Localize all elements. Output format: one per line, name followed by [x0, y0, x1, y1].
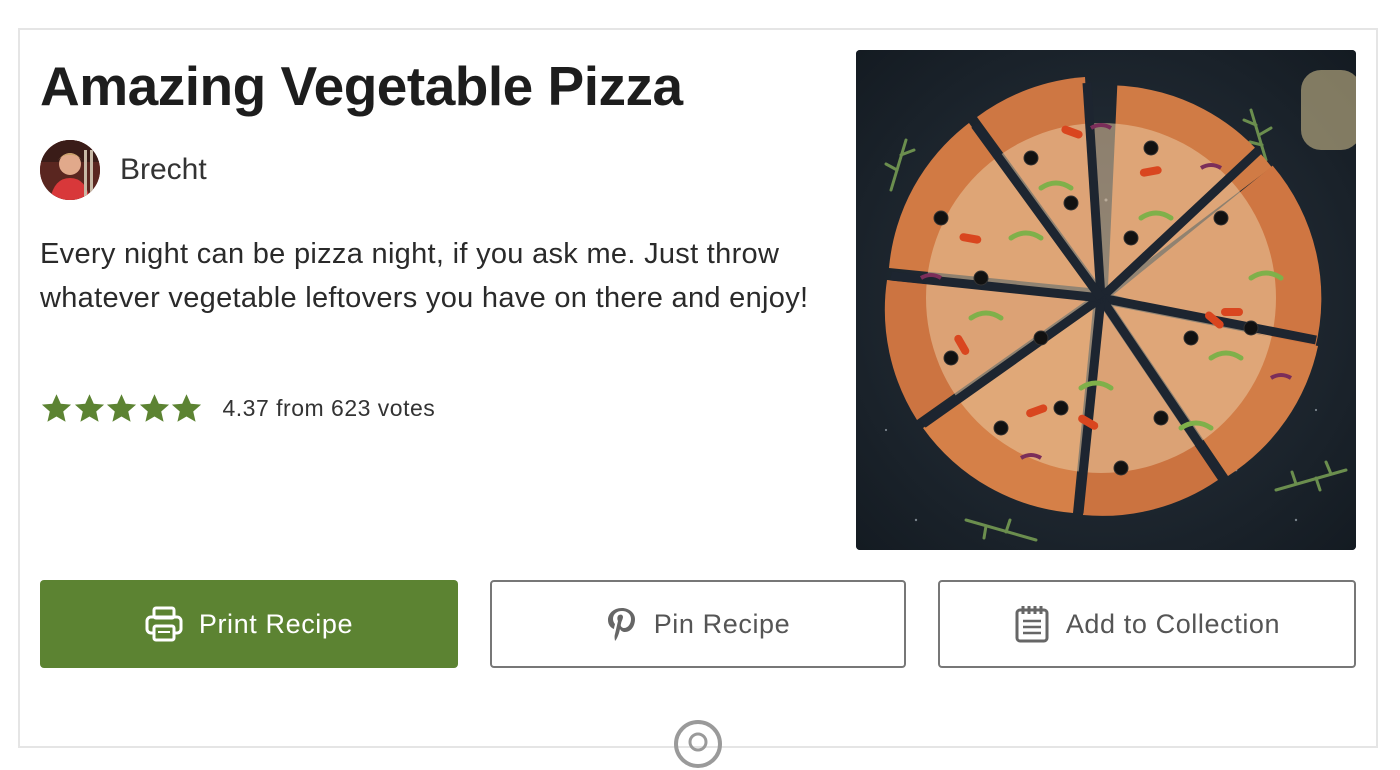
pinterest-icon	[607, 608, 635, 641]
recipe-rating: 4.37 from 623 votes	[40, 388, 435, 428]
star-icon[interactable]	[138, 392, 171, 425]
pin-recipe-button[interactable]: Pin Recipe	[490, 580, 906, 668]
pizza-image	[856, 50, 1356, 550]
recipe-summary: Every night can be pizza night, if you a…	[40, 238, 809, 314]
pin-recipe-label: Pin Recipe	[653, 608, 791, 639]
add-to-collection-label: Add to Collection	[1065, 608, 1281, 639]
recipe-photo	[856, 50, 1356, 550]
star-rating[interactable]	[40, 392, 203, 425]
notepad-icon	[1015, 606, 1049, 643]
author-avatar	[40, 140, 100, 200]
author-name[interactable]: Brecht	[120, 153, 207, 187]
print-recipe-button[interactable]: Print Recipe	[40, 580, 458, 668]
print-recipe-label: Print Recipe	[198, 608, 354, 639]
add-to-collection-button[interactable]: Add to Collection	[938, 580, 1356, 668]
star-icon[interactable]	[105, 392, 138, 425]
rating-summary: 4.37 from 623 votes	[222, 394, 436, 421]
recipe-title: Amazing Vegetable Pizza	[40, 55, 683, 117]
recipe-author: Brecht	[40, 140, 207, 200]
circle-icon[interactable]	[672, 718, 724, 770]
star-icon[interactable]	[73, 392, 106, 425]
star-icon[interactable]	[170, 392, 203, 425]
star-icon[interactable]	[40, 392, 73, 425]
printer-icon	[145, 606, 183, 642]
